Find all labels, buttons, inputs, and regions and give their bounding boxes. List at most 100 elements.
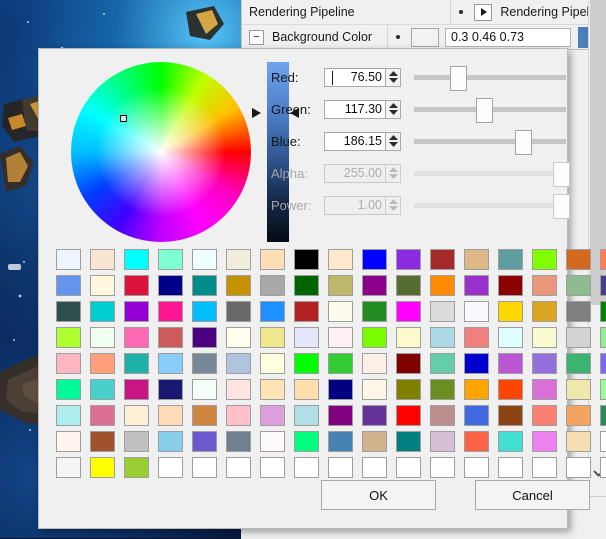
color-swatch[interactable] — [600, 327, 606, 348]
collapse-minus-icon[interactable]: − — [249, 30, 264, 45]
color-swatch[interactable] — [566, 405, 591, 426]
color-swatch[interactable] — [396, 379, 421, 400]
color-swatch[interactable] — [498, 327, 523, 348]
color-swatch[interactable] — [90, 301, 115, 322]
color-swatch[interactable] — [90, 405, 115, 426]
color-swatch[interactable] — [464, 353, 489, 374]
color-swatch[interactable] — [226, 301, 251, 322]
background-color-value-field[interactable]: 0.3 0.46 0.73 — [445, 28, 571, 47]
ok-button[interactable]: OK — [321, 480, 436, 510]
color-swatch[interactable] — [294, 327, 319, 348]
color-swatch[interactable] — [328, 249, 353, 270]
color-swatch[interactable] — [600, 353, 606, 374]
color-swatch[interactable] — [464, 431, 489, 452]
color-swatch[interactable] — [498, 301, 523, 322]
color-swatch[interactable] — [396, 405, 421, 426]
color-swatch[interactable] — [294, 301, 319, 322]
color-swatch[interactable] — [396, 327, 421, 348]
color-swatch[interactable] — [566, 431, 591, 452]
color-swatch[interactable] — [396, 457, 421, 478]
color-swatch[interactable] — [498, 457, 523, 478]
color-swatch[interactable] — [260, 327, 285, 348]
color-swatch[interactable] — [396, 275, 421, 296]
color-swatch[interactable] — [192, 301, 217, 322]
green-value-input[interactable]: 117.30 — [324, 100, 386, 119]
color-swatch[interactable] — [600, 275, 606, 296]
color-swatch[interactable] — [294, 379, 319, 400]
color-swatch[interactable] — [430, 431, 455, 452]
color-swatch[interactable] — [396, 249, 421, 270]
channel-row-red[interactable]: Red: 76.50 — [271, 66, 566, 88]
color-swatch[interactable] — [328, 353, 353, 374]
color-swatch[interactable] — [464, 327, 489, 348]
expand-arrow-icon[interactable] — [474, 4, 492, 21]
color-swatch[interactable] — [600, 379, 606, 400]
color-swatch[interactable] — [566, 301, 591, 322]
color-swatch[interactable] — [464, 405, 489, 426]
color-swatch[interactable] — [56, 353, 81, 374]
color-swatch[interactable] — [56, 457, 81, 478]
channel-row-blue[interactable]: Blue: 186.15 — [271, 130, 566, 152]
color-swatch[interactable] — [56, 431, 81, 452]
color-swatch[interactable] — [532, 457, 557, 478]
color-swatch[interactable] — [56, 275, 81, 296]
color-swatch[interactable] — [192, 275, 217, 296]
color-swatch[interactable] — [532, 301, 557, 322]
color-swatch[interactable] — [226, 405, 251, 426]
color-swatch[interactable] — [56, 249, 81, 270]
color-swatch[interactable] — [294, 457, 319, 478]
color-swatch[interactable] — [158, 457, 183, 478]
color-swatch[interactable] — [600, 301, 606, 322]
color-swatch[interactable] — [192, 327, 217, 348]
green-stepper-buttons[interactable] — [386, 100, 401, 119]
color-swatch[interactable] — [396, 431, 421, 452]
color-swatch[interactable] — [56, 301, 81, 322]
color-swatch[interactable] — [260, 379, 285, 400]
color-swatch[interactable] — [362, 327, 387, 348]
blue-slider[interactable] — [414, 132, 566, 151]
color-swatch[interactable] — [90, 327, 115, 348]
color-swatch[interactable] — [600, 431, 606, 452]
color-swatch[interactable] — [430, 327, 455, 348]
color-swatch[interactable] — [430, 457, 455, 478]
color-swatch[interactable] — [226, 431, 251, 452]
color-swatch[interactable] — [532, 275, 557, 296]
color-swatch[interactable] — [566, 275, 591, 296]
color-swatch[interactable] — [328, 457, 353, 478]
color-swatch[interactable] — [498, 353, 523, 374]
color-swatch[interactable] — [532, 249, 557, 270]
color-swatch[interactable] — [124, 275, 149, 296]
color-swatch[interactable] — [260, 405, 285, 426]
red-value-input[interactable]: 76.50 — [324, 68, 386, 87]
color-swatch[interactable] — [260, 275, 285, 296]
color-swatch[interactable] — [566, 457, 591, 478]
color-swatch[interactable] — [328, 405, 353, 426]
color-swatch[interactable] — [464, 457, 489, 478]
color-swatch[interactable] — [498, 379, 523, 400]
color-swatch[interactable] — [294, 249, 319, 270]
green-slider[interactable] — [414, 100, 566, 119]
color-wheel[interactable] — [71, 62, 251, 242]
color-swatch[interactable] — [328, 379, 353, 400]
color-swatch[interactable] — [294, 431, 319, 452]
value-marker-left-icon[interactable] — [251, 106, 263, 124]
color-swatch[interactable] — [90, 457, 115, 478]
color-swatch[interactable] — [226, 379, 251, 400]
color-swatch[interactable] — [430, 379, 455, 400]
blue-stepper-buttons[interactable] — [386, 132, 401, 151]
color-swatch[interactable] — [498, 405, 523, 426]
color-swatch[interactable] — [124, 405, 149, 426]
color-swatch[interactable] — [532, 327, 557, 348]
color-swatch[interactable] — [430, 353, 455, 374]
color-swatch[interactable] — [90, 379, 115, 400]
color-swatch[interactable] — [430, 275, 455, 296]
color-swatch[interactable] — [226, 249, 251, 270]
color-swatch[interactable] — [192, 249, 217, 270]
color-swatch[interactable] — [158, 275, 183, 296]
color-swatch[interactable] — [362, 379, 387, 400]
color-swatch[interactable] — [124, 457, 149, 478]
color-swatch[interactable] — [124, 379, 149, 400]
color-swatch[interactable] — [56, 405, 81, 426]
cancel-button[interactable]: Cancel — [475, 480, 590, 510]
color-swatch[interactable] — [90, 275, 115, 296]
